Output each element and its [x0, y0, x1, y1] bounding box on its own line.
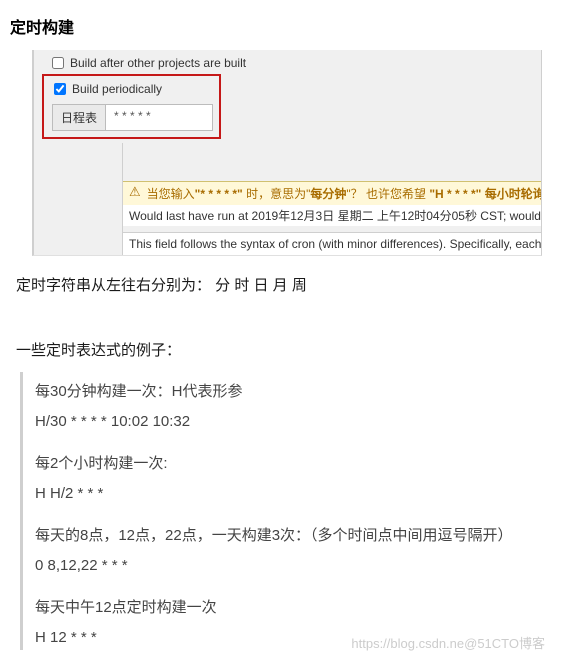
watermark: https://blog.csdn.ne@51CTO博客: [351, 633, 545, 652]
warning-icon: ⚠: [129, 185, 141, 198]
jenkins-config-snippet: Build after other projects are built Bui…: [32, 50, 542, 256]
cron-help-text: This field follows the syntax of cron (w…: [123, 232, 541, 255]
schedule-label: 日程表: [52, 104, 106, 131]
example-1-expr: H/30 * * * * 10:02 10:32: [35, 410, 555, 434]
cron-order-text: 定时字符串从左往右分别为： 分 时 日 月 周: [16, 274, 555, 295]
example-3: 每天的8点，12点，22点，一天构建3次：（多个时间点中间用逗号隔开） 0 8,…: [35, 524, 555, 578]
example-3-desc: 每天的8点，12点，22点，一天构建3次：（多个时间点中间用逗号隔开）: [35, 524, 555, 548]
last-run-info: Would last have run at 2019年12月3日 星期二 上午…: [123, 205, 541, 226]
cron-warning: ⚠ 当您输入"* * * * *" 时，意思为"每分钟"？ 也许您希望 "H *…: [123, 181, 541, 205]
examples-block: 每30分钟构建一次：H代表形参 H/30 * * * * 10:02 10:32…: [20, 372, 555, 650]
example-3-expr: 0 8,12,22 * * *: [35, 554, 555, 578]
build-after-option[interactable]: Build after other projects are built: [34, 54, 541, 72]
build-after-label: Build after other projects are built: [70, 56, 246, 70]
build-after-checkbox[interactable]: [52, 57, 64, 69]
build-periodically-option[interactable]: Build periodically: [52, 80, 213, 98]
example-1: 每30分钟构建一次：H代表形参 H/30 * * * * 10:02 10:32: [35, 380, 555, 434]
schedule-input[interactable]: * * * * *: [106, 104, 213, 131]
example-4-desc: 每天中午12点定时构建一次: [35, 596, 555, 620]
warning-text: 当您输入"* * * * *" 时，意思为"每分钟"？ 也许您希望 "H * *…: [147, 185, 542, 202]
example-2-expr: H H/2 * * *: [35, 482, 555, 506]
page-title: 定时构建: [10, 14, 555, 38]
example-2-desc: 每2个小时构建一次:: [35, 452, 555, 476]
schedule-detail-area: ⚠ 当您输入"* * * * *" 时，意思为"每分钟"？ 也许您希望 "H *…: [122, 143, 541, 255]
build-periodically-label: Build periodically: [72, 82, 162, 96]
example-2: 每2个小时构建一次: H H/2 * * *: [35, 452, 555, 506]
example-1-desc: 每30分钟构建一次：H代表形参: [35, 380, 555, 404]
build-periodically-checkbox[interactable]: [54, 83, 66, 95]
schedule-row: 日程表 * * * * *: [52, 104, 213, 131]
highlight-frame: Build periodically 日程表 * * * * *: [42, 74, 221, 139]
examples-heading: 一些定时表达式的例子：: [16, 339, 555, 360]
